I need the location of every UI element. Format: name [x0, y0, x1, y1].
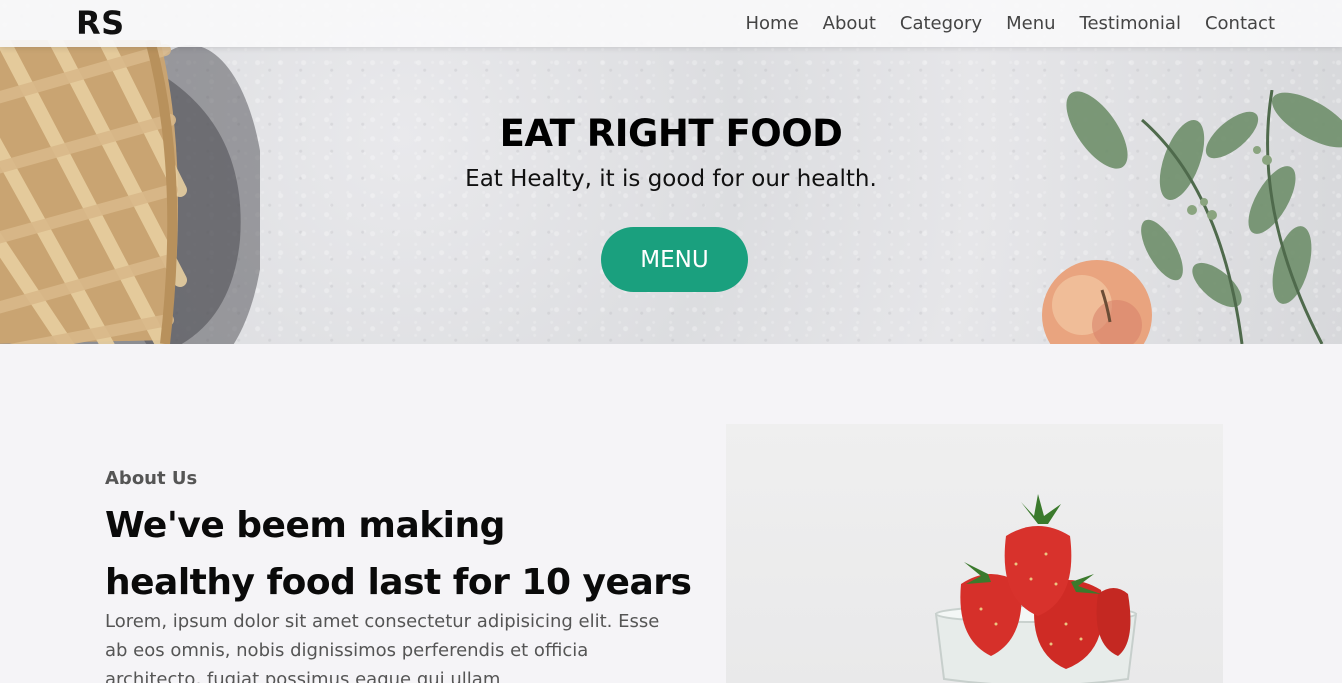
hero-subtitle: Eat Healty, it is good for our health. — [465, 166, 877, 192]
menu-button[interactable]: MENU — [601, 227, 748, 292]
about-title: We've beem making healthy food last for … — [105, 497, 705, 611]
about-body: Lorem, ipsum dolor sit amet consectetur … — [105, 611, 660, 683]
nav-link-home[interactable]: Home — [746, 13, 799, 34]
about-photo — [726, 424, 1223, 683]
top-navbar: RS Home About Category Menu Testimonial … — [0, 0, 1342, 47]
brand-logo[interactable]: RS — [76, 4, 125, 42]
nav-link-category[interactable]: Category — [900, 13, 982, 34]
about-title-line2: healthy food last for 10 years — [105, 562, 692, 603]
nav-links: Home About Category Menu Testimonial Con… — [746, 0, 1276, 47]
nav-link-menu[interactable]: Menu — [1006, 13, 1055, 34]
about-title-line1: We've beem making — [105, 505, 505, 546]
nav-link-testimonial[interactable]: Testimonial — [1080, 13, 1181, 34]
strawberry-bowl-image — [934, 494, 1138, 683]
nav-link-contact[interactable]: Contact — [1205, 13, 1275, 34]
about-kicker: About Us — [105, 468, 198, 489]
nav-link-about[interactable]: About — [823, 13, 876, 34]
hero-title: EAT RIGHT FOOD — [499, 112, 843, 155]
pie-image — [0, 40, 260, 344]
